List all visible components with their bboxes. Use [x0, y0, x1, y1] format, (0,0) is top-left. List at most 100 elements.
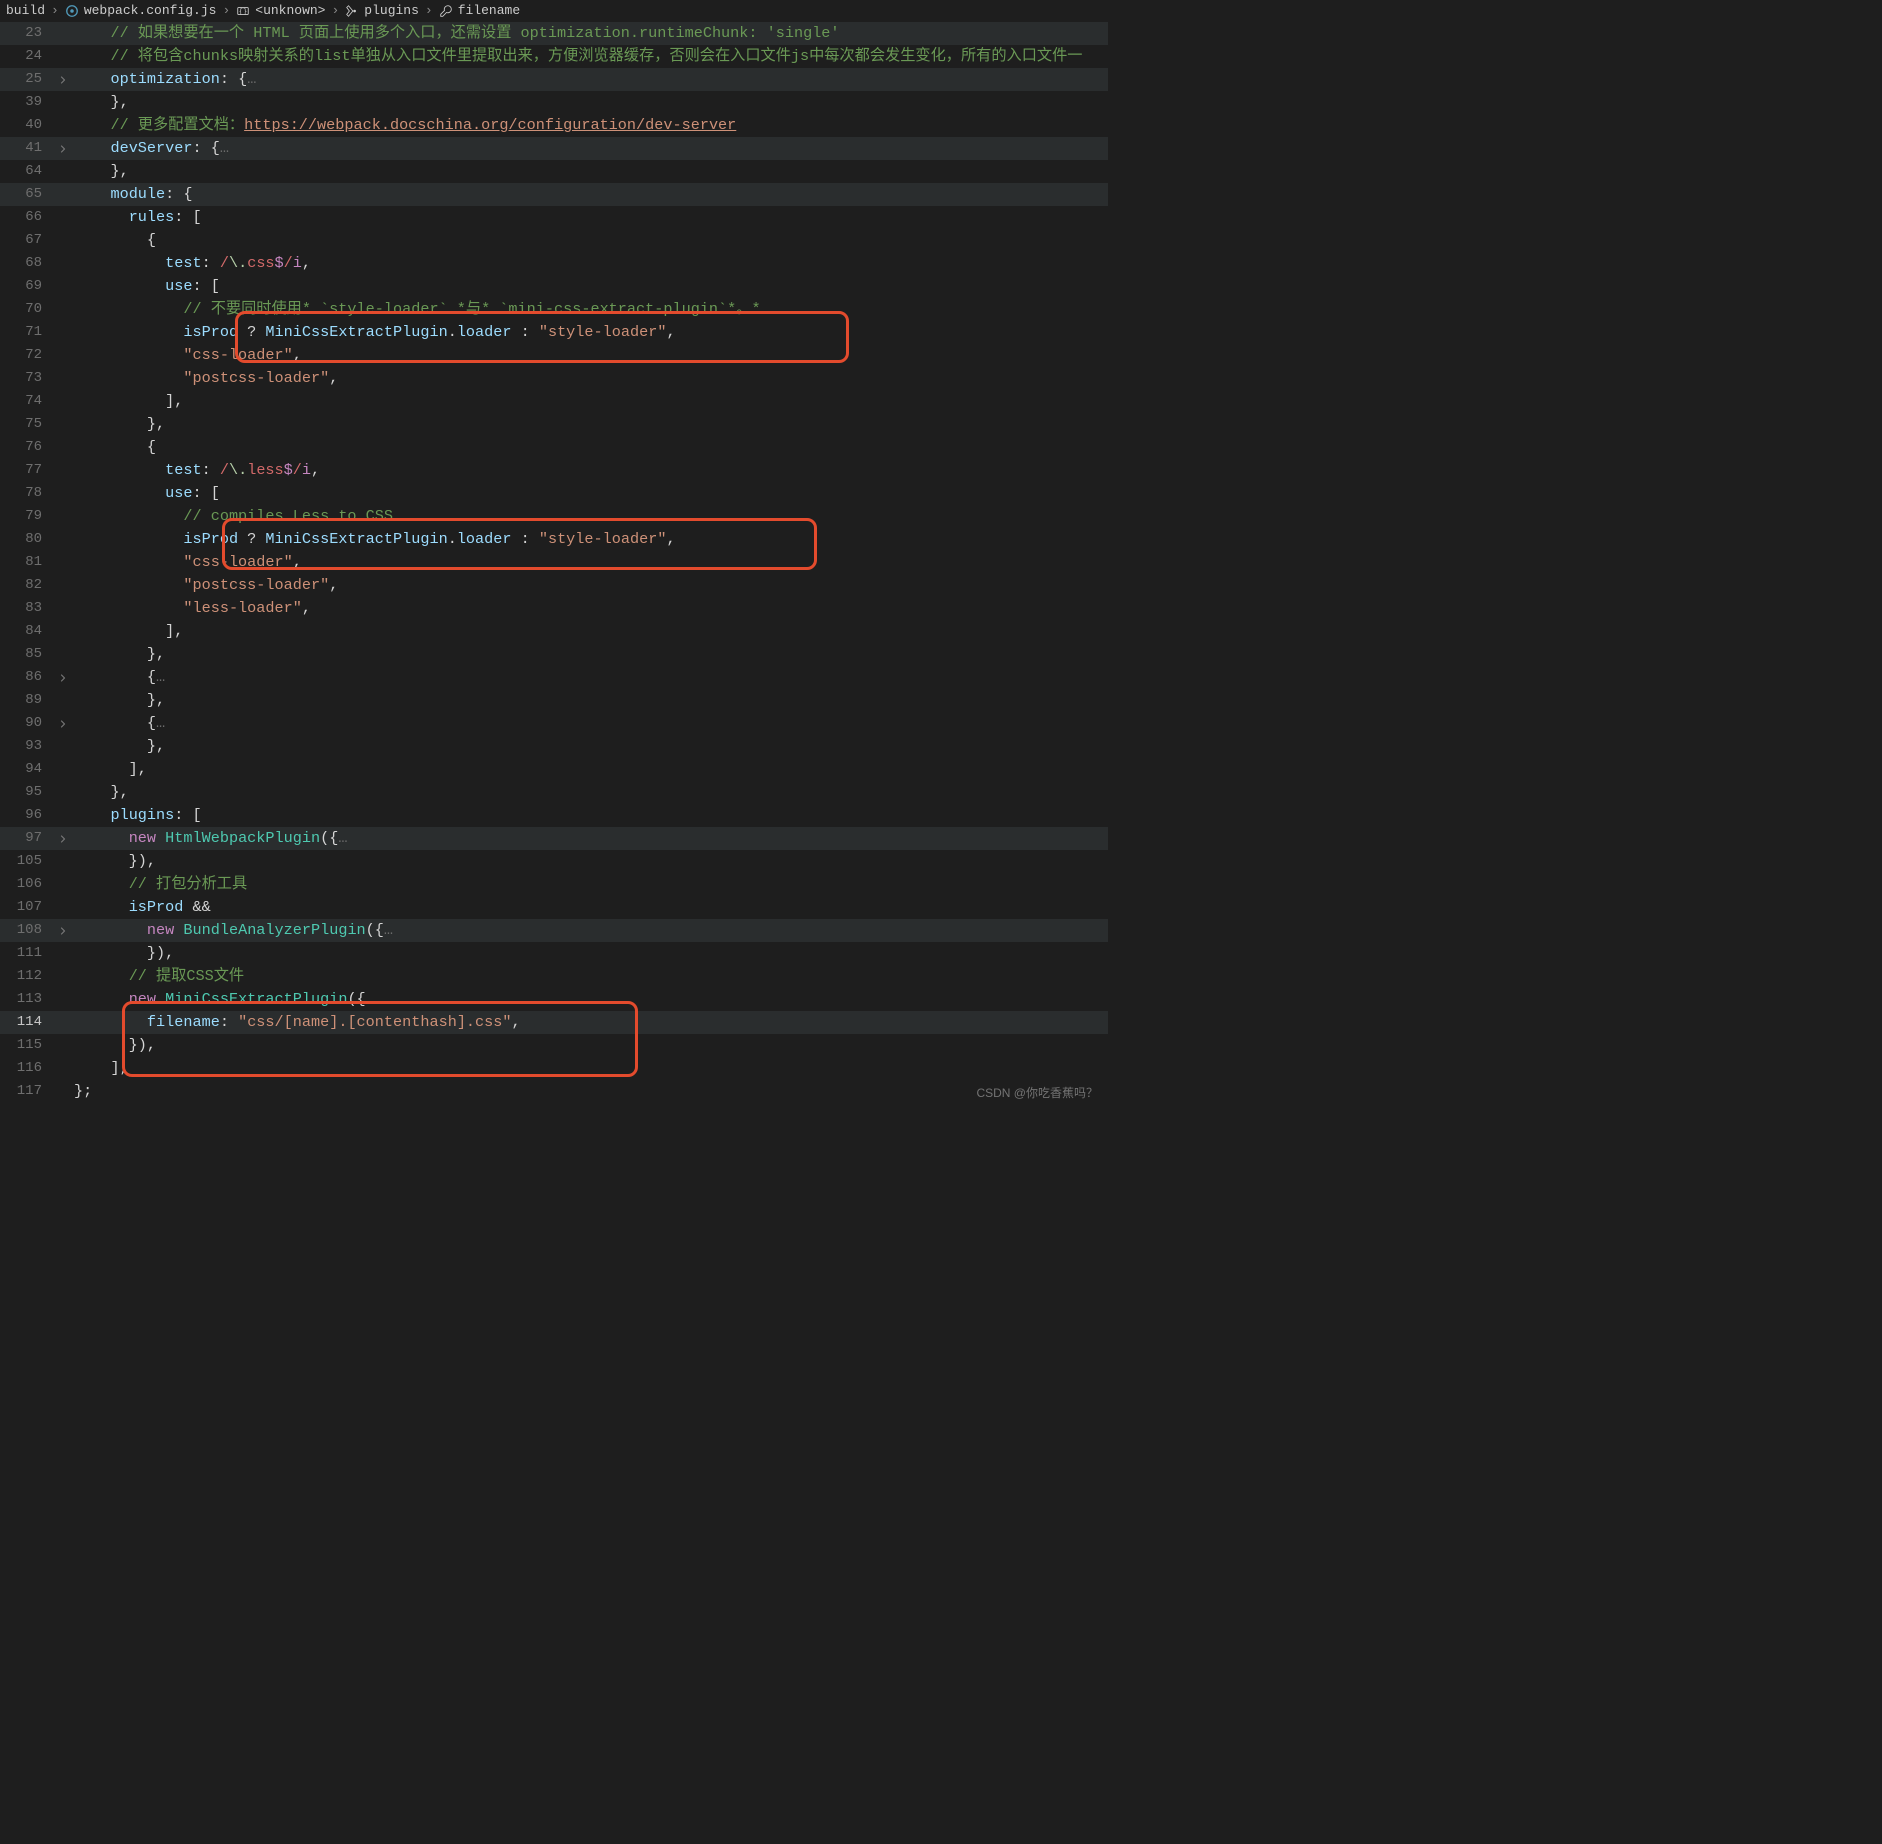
code-content[interactable]: "css-loader", [74, 344, 1108, 367]
code-line[interactable]: 70 // 不要同时使用* `style-loader` *与* `mini-c… [0, 298, 1108, 321]
fold-toggle[interactable] [52, 390, 74, 413]
code-content[interactable]: // 打包分析工具 [74, 873, 1108, 896]
line-number[interactable]: 76 [0, 436, 52, 459]
line-number[interactable]: 85 [0, 643, 52, 666]
fold-toggle[interactable] [52, 1057, 74, 1080]
code-content[interactable]: "postcss-loader", [74, 367, 1108, 390]
code-line[interactable]: 93 }, [0, 735, 1108, 758]
code-content[interactable]: module: { [74, 183, 1108, 206]
line-number[interactable]: 83 [0, 597, 52, 620]
code-content[interactable]: new BundleAnalyzerPlugin({… [74, 919, 1108, 942]
code-line[interactable]: 76 { [0, 436, 1108, 459]
line-number[interactable]: 41 [0, 137, 52, 160]
fold-toggle[interactable] [52, 528, 74, 551]
code-content[interactable]: {… [74, 712, 1108, 735]
line-number[interactable]: 111 [0, 942, 52, 965]
code-content[interactable]: }, [74, 643, 1108, 666]
line-number[interactable]: 108 [0, 919, 52, 942]
fold-toggle[interactable] [52, 873, 74, 896]
fold-toggle[interactable] [52, 781, 74, 804]
line-number[interactable]: 39 [0, 91, 52, 114]
line-number[interactable]: 81 [0, 551, 52, 574]
code-content[interactable]: isProd ? MiniCssExtractPlugin.loader : "… [74, 321, 1108, 344]
fold-toggle[interactable] [52, 735, 74, 758]
fold-toggle[interactable] [52, 643, 74, 666]
code-line[interactable]: 66 rules: [ [0, 206, 1108, 229]
code-line[interactable]: 115 }), [0, 1034, 1108, 1057]
crumb-plugins[interactable]: plugins [345, 4, 419, 18]
crumb-filename[interactable]: filename [439, 4, 520, 18]
fold-toggle[interactable] [52, 597, 74, 620]
code-content[interactable]: // 如果想要在一个 HTML 页面上使用多个入口，还需设置 optimizat… [74, 22, 1108, 45]
fold-toggle[interactable] [52, 321, 74, 344]
code-content[interactable]: ], [74, 758, 1108, 781]
code-content[interactable]: {… [74, 666, 1108, 689]
crumb-build[interactable]: build [6, 4, 45, 17]
line-number[interactable]: 23 [0, 22, 52, 45]
line-number[interactable]: 24 [0, 45, 52, 68]
fold-toggle[interactable] [52, 22, 74, 45]
fold-toggle[interactable] [52, 620, 74, 643]
line-number[interactable]: 40 [0, 114, 52, 137]
code-line[interactable]: 85 }, [0, 643, 1108, 666]
fold-toggle[interactable] [52, 1034, 74, 1057]
crumb-unknown[interactable]: {} <unknown> [236, 4, 325, 18]
code-content[interactable]: ], [74, 620, 1108, 643]
line-number[interactable]: 114 [0, 1011, 52, 1034]
fold-toggle[interactable] [52, 275, 74, 298]
code-content[interactable]: plugins: [ [74, 804, 1108, 827]
code-line[interactable]: 79 // compiles Less to CSS [0, 505, 1108, 528]
code-content[interactable]: use: [ [74, 482, 1108, 505]
code-content[interactable]: isProd ? MiniCssExtractPlugin.loader : "… [74, 528, 1108, 551]
code-line[interactable]: 72 "css-loader", [0, 344, 1108, 367]
code-line[interactable]: 112 // 提取CSS文件 [0, 965, 1108, 988]
fold-toggle[interactable] [52, 965, 74, 988]
line-number[interactable]: 113 [0, 988, 52, 1011]
code-line[interactable]: 75 }, [0, 413, 1108, 436]
fold-toggle[interactable] [52, 436, 74, 459]
code-line[interactable]: 71 isProd ? MiniCssExtractPlugin.loader … [0, 321, 1108, 344]
line-number[interactable]: 65 [0, 183, 52, 206]
code-line[interactable]: 74 ], [0, 390, 1108, 413]
line-number[interactable]: 84 [0, 620, 52, 643]
code-content[interactable]: }), [74, 850, 1108, 873]
code-content[interactable]: // compiles Less to CSS [74, 505, 1108, 528]
code-line[interactable]: 68 test: /\.css$/i, [0, 252, 1108, 275]
fold-toggle[interactable] [52, 1011, 74, 1034]
code-content[interactable]: new HtmlWebpackPlugin({… [74, 827, 1108, 850]
fold-toggle[interactable] [52, 413, 74, 436]
code-content[interactable]: }, [74, 413, 1108, 436]
fold-toggle[interactable] [52, 229, 74, 252]
code-content[interactable]: filename: "css/[name].[contenthash].css"… [74, 1011, 1108, 1034]
code-line[interactable]: 97 new HtmlWebpackPlugin({… [0, 827, 1108, 850]
fold-toggle[interactable] [52, 758, 74, 781]
code-content[interactable]: ], [74, 1057, 1108, 1080]
line-number[interactable]: 77 [0, 459, 52, 482]
code-content[interactable]: test: /\.less$/i, [74, 459, 1108, 482]
fold-toggle[interactable] [52, 988, 74, 1011]
code-content[interactable]: }, [74, 160, 1108, 183]
fold-toggle[interactable] [52, 482, 74, 505]
code-content[interactable]: isProd && [74, 896, 1108, 919]
code-line[interactable]: 107 isProd && [0, 896, 1108, 919]
line-number[interactable]: 89 [0, 689, 52, 712]
crumb-file[interactable]: webpack.config.js [65, 4, 217, 18]
line-number[interactable]: 105 [0, 850, 52, 873]
line-number[interactable]: 68 [0, 252, 52, 275]
fold-toggle[interactable] [52, 45, 74, 68]
code-line[interactable]: 116 ], [0, 1057, 1108, 1080]
code-content[interactable]: // 更多配置文档：https://webpack.docschina.org/… [74, 114, 1108, 137]
line-number[interactable]: 94 [0, 758, 52, 781]
chevron-right-icon[interactable] [52, 919, 74, 942]
line-number[interactable]: 112 [0, 965, 52, 988]
code-content[interactable]: }, [74, 735, 1108, 758]
code-content[interactable]: // 将包含chunks映射关系的list单独从入口文件里提取出来，方便浏览器缓… [74, 45, 1108, 68]
line-number[interactable]: 79 [0, 505, 52, 528]
code-content[interactable]: devServer: {… [74, 137, 1108, 160]
fold-toggle[interactable] [52, 206, 74, 229]
fold-toggle[interactable] [52, 850, 74, 873]
code-content[interactable]: }, [74, 781, 1108, 804]
code-line[interactable]: 82 "postcss-loader", [0, 574, 1108, 597]
line-number[interactable]: 115 [0, 1034, 52, 1057]
code-line[interactable]: 83 "less-loader", [0, 597, 1108, 620]
